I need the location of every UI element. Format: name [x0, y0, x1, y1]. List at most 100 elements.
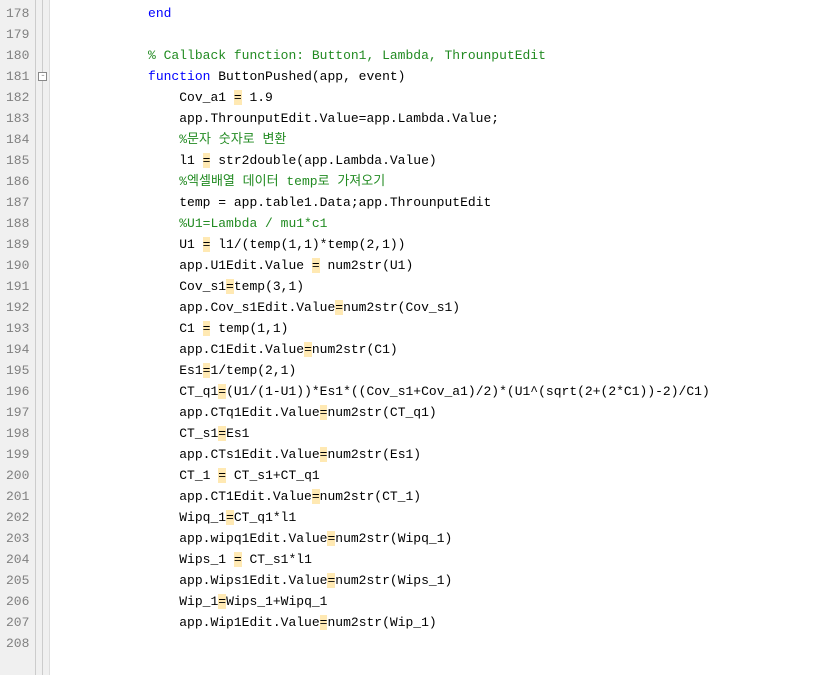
fold-cell [36, 255, 49, 276]
code-line[interactable]: Wips_1 = CT_s1*l1 [54, 549, 825, 570]
code-line[interactable]: l1 = str2double(app.Lambda.Value) [54, 150, 825, 171]
code-line[interactable]: temp = app.table1.Data;app.ThrounputEdit [54, 192, 825, 213]
code-line[interactable]: Wipq_1=CT_q1*l1 [54, 507, 825, 528]
keyword: end [148, 6, 171, 21]
fold-cell [36, 507, 49, 528]
fold-cell [36, 465, 49, 486]
code-text: CT_s1*l1 [242, 552, 312, 567]
fold-toggle-icon[interactable]: - [38, 72, 47, 81]
indent [54, 6, 148, 21]
indent [54, 300, 179, 315]
indent [54, 594, 179, 609]
operator: = [234, 552, 242, 567]
code-text: num2str(Wips_1) [335, 573, 452, 588]
fold-cell [36, 423, 49, 444]
code-line[interactable]: CT_1 = CT_s1+CT_q1 [54, 465, 825, 486]
code-text: 1/temp(2,1) [210, 363, 296, 378]
line-number: 208 [6, 633, 29, 654]
code-line[interactable]: %U1=Lambda / mu1*c1 [54, 213, 825, 234]
code-line[interactable]: app.Wip1Edit.Value=num2str(Wip_1) [54, 612, 825, 633]
indent [54, 573, 179, 588]
code-text: num2str(Es1) [327, 447, 421, 462]
operator: = [335, 300, 343, 315]
fold-cell [36, 87, 49, 108]
fold-cell [36, 213, 49, 234]
code-text: U1 [179, 237, 202, 252]
operator: = [218, 594, 226, 609]
code-line[interactable]: %문자 숫자로 변환 [54, 129, 825, 150]
code-text: app.Cov_s1Edit.Value [179, 300, 335, 315]
line-number: 205 [6, 570, 29, 591]
line-number: 202 [6, 507, 29, 528]
code-line[interactable]: C1 = temp(1,1) [54, 318, 825, 339]
code-line[interactable]: app.ThrounputEdit.Value=app.Lambda.Value… [54, 108, 825, 129]
code-line[interactable]: Cov_s1=temp(3,1) [54, 276, 825, 297]
line-number: 201 [6, 486, 29, 507]
fold-cell [36, 129, 49, 150]
code-text: Wip_1 [179, 594, 218, 609]
fold-cell [36, 234, 49, 255]
operator: = [226, 510, 234, 525]
code-line[interactable]: app.C1Edit.Value=num2str(C1) [54, 339, 825, 360]
code-line[interactable]: app.U1Edit.Value = num2str(U1) [54, 255, 825, 276]
code-line[interactable]: app.Cov_s1Edit.Value=num2str(Cov_s1) [54, 297, 825, 318]
code-line[interactable]: app.CTq1Edit.Value=num2str(CT_q1) [54, 402, 825, 423]
fold-cell [36, 486, 49, 507]
fold-cell [36, 24, 49, 45]
fold-cell [36, 150, 49, 171]
code-line[interactable]: app.Wips1Edit.Value=num2str(Wips_1) [54, 570, 825, 591]
code-line[interactable] [54, 24, 825, 45]
indent [54, 447, 179, 462]
fold-cell [36, 381, 49, 402]
code-editor[interactable]: end % Callback function: Button1, Lambda… [50, 0, 825, 675]
indent [54, 363, 179, 378]
code-text: CT_q1 [179, 384, 218, 399]
code-line[interactable]: function ButtonPushed(app, event) [54, 66, 825, 87]
code-line[interactable]: Es1=1/temp(2,1) [54, 360, 825, 381]
indent [54, 615, 179, 630]
code-text: app.C1Edit.Value [179, 342, 304, 357]
code-line[interactable]: %엑셀배열 데이터 temp로 가져오기 [54, 171, 825, 192]
code-line[interactable]: end [54, 3, 825, 24]
indent [54, 48, 148, 63]
line-number: 189 [6, 234, 29, 255]
code-line[interactable]: CT_q1=(U1/(1-U1))*Es1*((Cov_s1+Cov_a1)/2… [54, 381, 825, 402]
code-line[interactable]: CT_s1=Es1 [54, 423, 825, 444]
code-line[interactable]: Wip_1=Wips_1+Wipq_1 [54, 591, 825, 612]
indent [54, 69, 148, 84]
code-text: num2str(C1) [312, 342, 398, 357]
code-text: (U1/(1-U1))*Es1*((Cov_s1+Cov_a1)/2)*(U1^… [226, 384, 710, 399]
indent [54, 510, 179, 525]
line-number: 194 [6, 339, 29, 360]
code-text: C1 [179, 321, 202, 336]
fold-cell [36, 549, 49, 570]
line-number: 188 [6, 213, 29, 234]
code-text: ButtonPushed(app, event) [210, 69, 405, 84]
indent [54, 258, 179, 273]
code-line[interactable]: app.wipq1Edit.Value=num2str(Wipq_1) [54, 528, 825, 549]
fold-cell [36, 360, 49, 381]
indent [54, 279, 179, 294]
indent [54, 531, 179, 546]
code-text: num2str(Wipq_1) [335, 531, 452, 546]
code-line[interactable]: Cov_a1 = 1.9 [54, 87, 825, 108]
operator: = [312, 489, 320, 504]
code-text: Wipq_1 [179, 510, 226, 525]
code-line[interactable]: app.CT1Edit.Value=num2str(CT_1) [54, 486, 825, 507]
code-line[interactable]: % Callback function: Button1, Lambda, Th… [54, 45, 825, 66]
operator: = [218, 468, 226, 483]
indent [54, 195, 179, 210]
line-number: 206 [6, 591, 29, 612]
code-text: l1/(temp(1,1)*temp(2,1)) [210, 237, 405, 252]
code-text: CT_q1*l1 [234, 510, 296, 525]
code-line[interactable]: app.CTs1Edit.Value=num2str(Es1) [54, 444, 825, 465]
line-number: 195 [6, 360, 29, 381]
indent [54, 90, 179, 105]
code-line[interactable] [54, 633, 825, 654]
code-text: app.Wips1Edit.Value [179, 573, 327, 588]
indent [54, 468, 179, 483]
code-line[interactable]: U1 = l1/(temp(1,1)*temp(2,1)) [54, 234, 825, 255]
fold-cell [36, 570, 49, 591]
fold-cell [36, 297, 49, 318]
fold-cell [36, 192, 49, 213]
